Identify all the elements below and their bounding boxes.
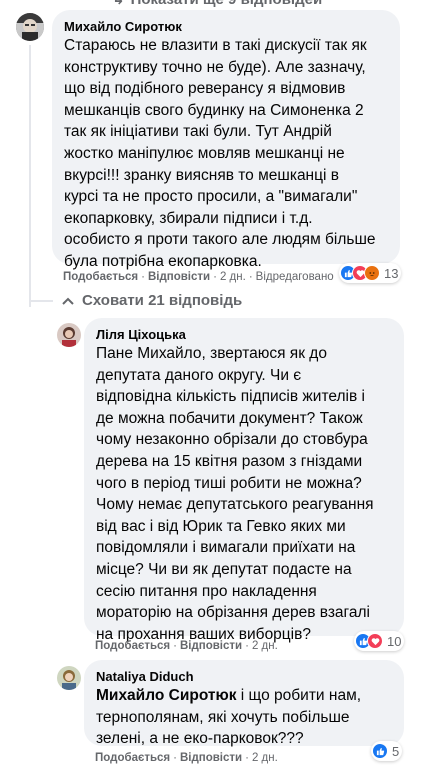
comment-actions: Подобається · Відповісти · 2 дн. [95,752,278,764]
angry-icon [364,265,380,281]
comment-actions: Подобається · Відповісти · 2 дн. · Відредагова… [63,271,334,283]
like-icon [372,743,388,759]
avatar[interactable] [16,13,44,41]
reactions-count: 5 [392,743,400,759]
avatar-photo-icon [16,13,44,41]
thread-connector [29,300,53,302]
thread-line [29,45,31,307]
comment-actions: Подобається · Відповісти · 2 дн. [95,640,278,652]
comment-text: Стараюсь не влазити в такі дискусії так … [64,37,376,270]
reply-button[interactable]: Відповісти [180,752,242,764]
reactions-summary[interactable]: 13 [339,263,402,283]
love-icon [367,633,383,649]
like-button[interactable]: Подобається [63,271,138,283]
comment-bubble: Nataliya Diduch Михайло Сиротюк і що роб… [84,660,404,747]
hide-replies-link[interactable]: Сховати 21 відповідь [62,292,242,309]
reactions-summary[interactable]: 5 [371,741,403,761]
comment-author[interactable]: Nataliya Diduch [96,668,392,685]
hide-replies-label: Сховати 21 відповідь [82,292,243,309]
avatar[interactable] [57,323,81,347]
comment-bubble: Михайло Сиротюк Стараюсь не влазити в та… [52,10,400,270]
avatar[interactable] [57,666,81,690]
reply-button[interactable]: Відповісти [148,271,210,283]
reply-button[interactable]: Відповісти [180,640,242,652]
show-more-replies-link[interactable]: ↳ Показати ще 9 відповідей [112,0,322,8]
reactions-summary[interactable]: 10 [354,631,405,651]
mention-link[interactable]: Михайло Сиротюк [96,687,236,704]
reactions-count: 10 [387,633,402,649]
chevron-up-icon [62,297,74,305]
comment-bubble: Ліля Ціхоцька Пане Михайло, звертаюся як… [84,318,404,643]
edited-label: Відредаговано [255,271,334,283]
like-button[interactable]: Подобається [95,752,170,764]
timestamp[interactable]: 2 дн. [252,640,278,652]
reactions-count: 13 [384,265,399,281]
avatar-photo-icon [57,323,81,347]
timestamp[interactable]: 2 дн. [220,271,246,283]
avatar-photo-icon [57,666,81,690]
return-arrow-icon: ↳ [112,0,125,8]
comment-text: Михайло Сиротюк і що робити нам, тернопо… [96,685,392,750]
comment-author[interactable]: Ліля Ціхоцька [96,326,392,343]
comment-author[interactable]: Михайло Сиротюк [64,18,388,35]
like-button[interactable]: Подобається [95,640,170,652]
show-more-replies-label: Показати ще 9 відповідей [131,0,323,8]
timestamp[interactable]: 2 дн. [252,752,278,764]
comment-text: Пане Михайло, звертаюся як до депутата д… [96,345,374,643]
